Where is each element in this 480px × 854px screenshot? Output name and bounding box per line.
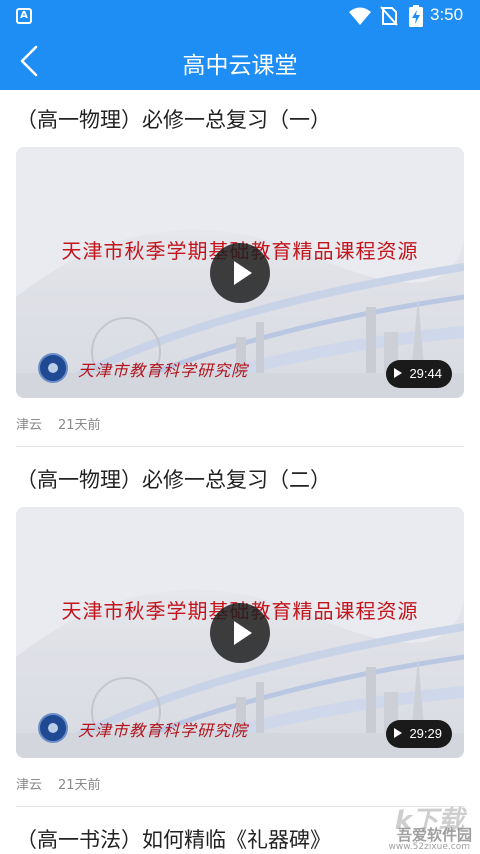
duration-text: 29:29 bbox=[409, 726, 442, 741]
duration-badge: 29:29 bbox=[386, 720, 452, 748]
video-time-ago: 21天前 bbox=[58, 778, 101, 793]
page-title: 高中云课堂 bbox=[182, 53, 298, 79]
video-card[interactable]: （高一物理）必修一总复习（二） 天津市秋季学期基础教育精品课程资源 天津市教育科… bbox=[0, 450, 480, 810]
play-icon[interactable] bbox=[210, 603, 270, 663]
academy-logo bbox=[38, 353, 68, 383]
video-title[interactable]: （高一物理）必修一总复习（二） bbox=[16, 464, 331, 494]
video-thumbnail[interactable]: 天津市秋季学期基础教育精品课程资源 天津市教育科学研究院 29:29 bbox=[16, 507, 464, 758]
video-card[interactable]: （高一物理）必修一总复习（一） 天津市秋季学期基础教育精品课程资源 天津市教育科… bbox=[0, 90, 480, 450]
video-feed[interactable]: （高一物理）必修一总复习（一） 天津市秋季学期基础教育精品课程资源 天津市教育科… bbox=[0, 90, 480, 854]
play-small-icon bbox=[394, 728, 403, 738]
watermark: k下载 吾爱软件园 www.52zixue.com bbox=[346, 800, 474, 854]
duration-text: 29:44 bbox=[409, 366, 442, 381]
academy-name: 天津市教育科学研究院 bbox=[78, 721, 249, 740]
video-thumbnail[interactable]: 天津市秋季学期基础教育精品课程资源 天津市教育科学研究院 29:44 bbox=[16, 147, 464, 398]
wifi-icon bbox=[349, 7, 371, 25]
video-meta: 津云 21天前 bbox=[16, 414, 101, 433]
video-title[interactable]: （高一物理）必修一总复习（一） bbox=[16, 104, 331, 134]
no-sim-icon bbox=[380, 6, 398, 26]
play-icon[interactable] bbox=[210, 243, 270, 303]
duration-badge: 29:44 bbox=[386, 360, 452, 388]
video-time-ago: 21天前 bbox=[58, 418, 101, 433]
academy-logo bbox=[38, 713, 68, 743]
video-title[interactable]: （高一书法）如何精临《礼器碑》 bbox=[16, 824, 331, 854]
academy-name: 天津市教育科学研究院 bbox=[78, 361, 249, 380]
battery-charging-icon bbox=[409, 5, 423, 27]
video-source: 津云 bbox=[16, 778, 43, 793]
video-source: 津云 bbox=[16, 418, 43, 433]
divider bbox=[16, 446, 464, 447]
video-meta: 津云 21天前 bbox=[16, 774, 101, 793]
app-notification-icon: A bbox=[16, 8, 32, 24]
app-header: 高中云课堂 bbox=[0, 32, 480, 90]
status-time: 3:50 bbox=[430, 5, 464, 24]
watermark-url: www.52zixue.com bbox=[388, 842, 470, 852]
status-bar: A 3:50 bbox=[0, 0, 480, 32]
play-small-icon bbox=[394, 368, 403, 378]
